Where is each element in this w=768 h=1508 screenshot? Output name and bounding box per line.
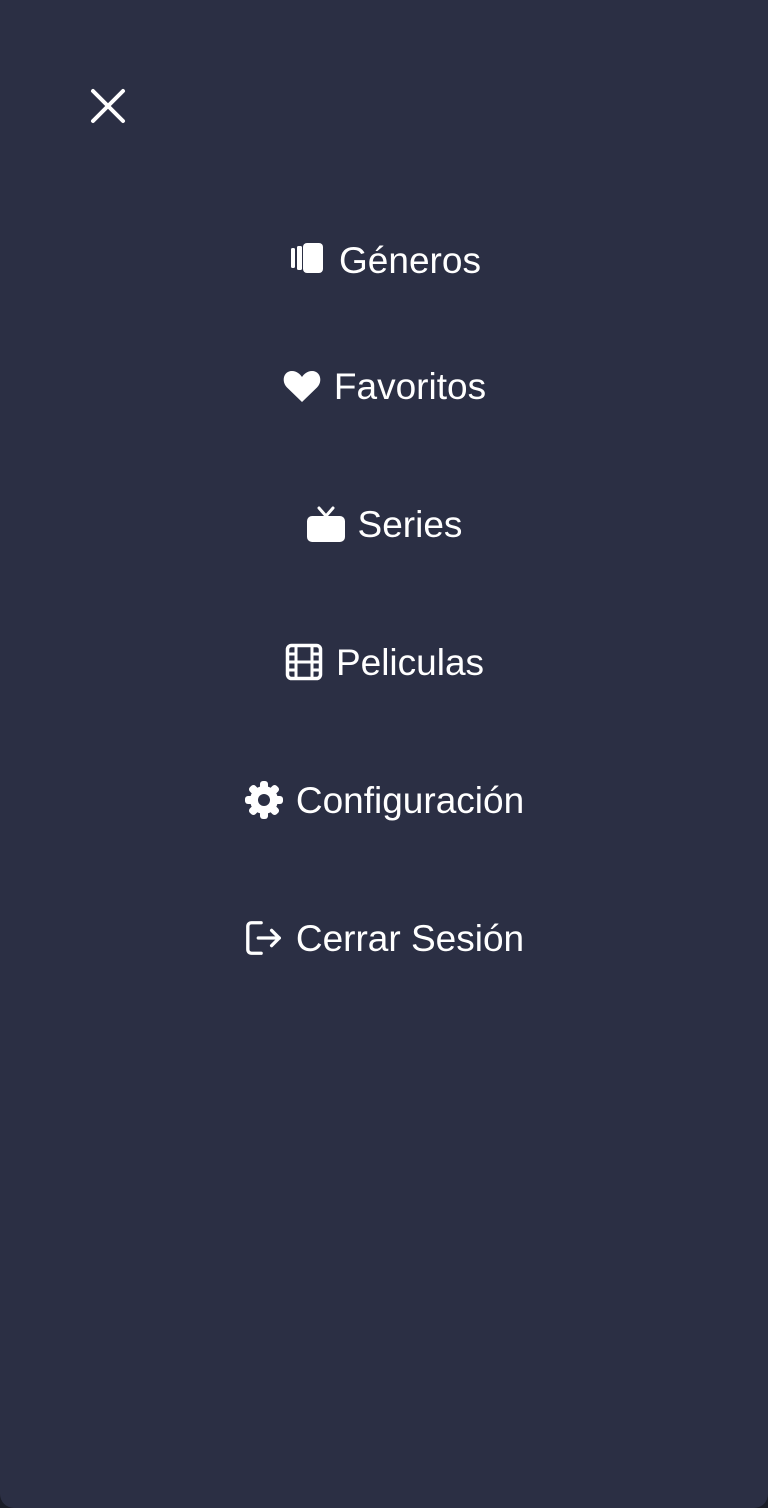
menu-item-label: Géneros [339, 239, 481, 281]
menu-item-label: Configuración [295, 779, 525, 821]
film-icon [284, 642, 324, 682]
heart-icon [282, 366, 322, 406]
side-drawer: Géneros Favoritos Series Peliculas Confi… [0, 0, 768, 1508]
logout-icon [244, 918, 284, 958]
menu-item-series[interactable]: Series [0, 494, 768, 554]
cards-icon [287, 240, 327, 280]
menu-item-favoritos[interactable]: Favoritos [0, 356, 768, 416]
tv-icon [306, 504, 346, 544]
menu-item-label: Favoritos [333, 365, 487, 407]
menu-item-configuracion[interactable]: Configuración [0, 770, 768, 830]
menu-item-generos[interactable]: Géneros [0, 230, 768, 290]
gear-icon [244, 780, 284, 820]
menu-item-label: Peliculas [335, 641, 485, 683]
menu-item-cerrar-sesion[interactable]: Cerrar Sesión [0, 908, 768, 968]
menu-item-label: Cerrar Sesión [295, 917, 525, 959]
menu-item-peliculas[interactable]: Peliculas [0, 632, 768, 692]
menu-item-label: Series [357, 503, 463, 545]
nav-menu: Géneros Favoritos Series Peliculas Confi… [0, 0, 768, 1508]
